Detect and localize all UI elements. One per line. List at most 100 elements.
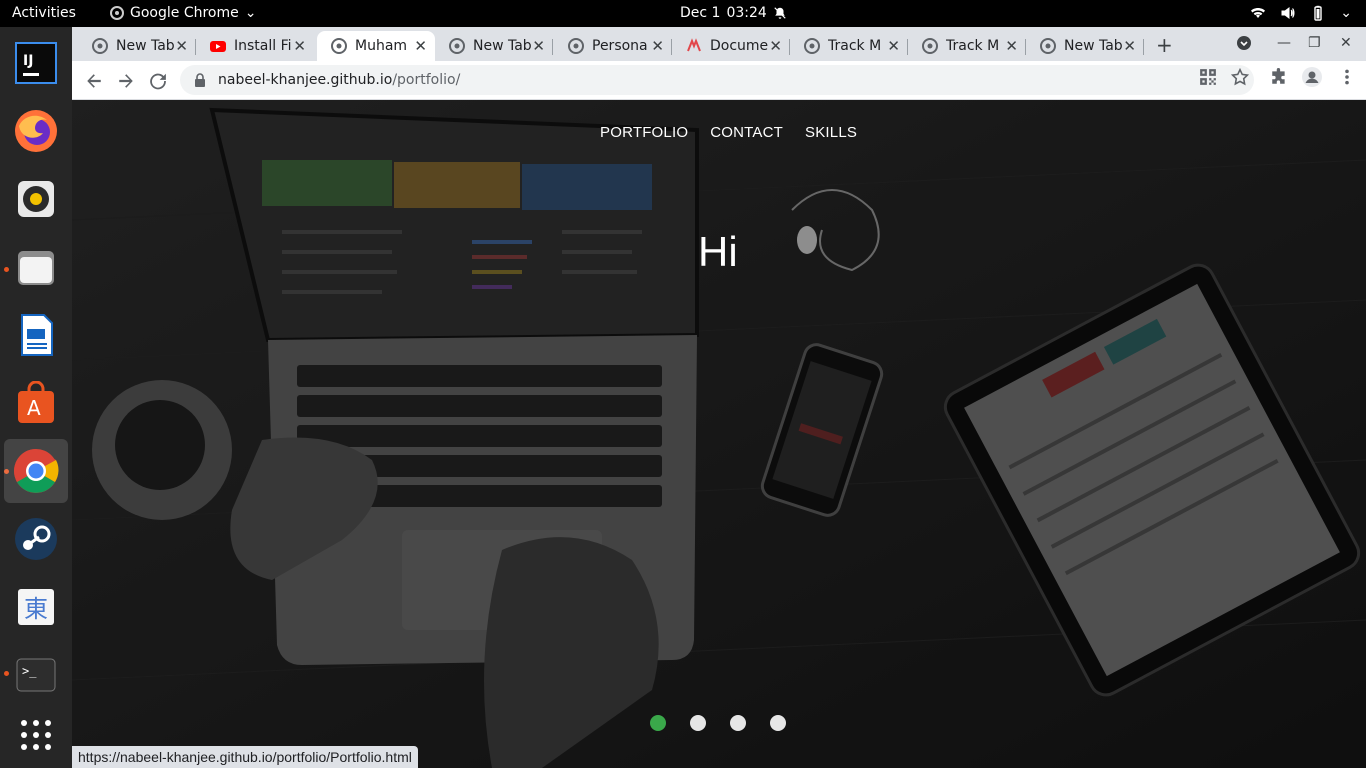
svg-text:東: 東	[24, 595, 48, 623]
tab-title: New Tab	[1064, 38, 1123, 54]
url-host: nabeel-khanjee.github.io	[218, 72, 393, 88]
chrome-favicon-icon	[568, 38, 584, 54]
intellij-idea-icon[interactable]: IJ	[12, 39, 60, 87]
address-bar[interactable]: nabeel-khanjee.github.io/portfolio/	[180, 65, 1254, 95]
qr-code-icon[interactable]	[1199, 68, 1217, 86]
clock[interactable]: Dec 1 03:24	[680, 5, 787, 21]
tab-close-icon[interactable]: ✕	[532, 37, 545, 55]
chrome-favicon-icon	[804, 38, 820, 54]
firefox-icon[interactable]	[12, 107, 60, 155]
tab-title: Track M	[828, 38, 882, 54]
alarm-icon	[774, 7, 786, 19]
svg-text:IJ: IJ	[23, 53, 33, 69]
profile-avatar-icon[interactable]	[1302, 67, 1322, 87]
running-indicator	[4, 671, 9, 676]
chrome-favicon-icon	[449, 38, 465, 54]
back-button[interactable]	[82, 69, 106, 93]
tab-title: Track M	[946, 38, 1000, 54]
tab[interactable]: Persona ✕	[554, 31, 672, 61]
status-bubble-url: https://nabeel-khanjee.github.io/portfol…	[72, 746, 418, 768]
svg-text:>_: >_	[22, 664, 37, 678]
close-window-button[interactable]: ✕	[1340, 35, 1352, 51]
tab[interactable]: New Tab ✕	[1026, 31, 1144, 61]
clock-date: Dec 1	[680, 5, 721, 21]
carousel-dot-4[interactable]	[770, 715, 786, 731]
mozc-dictionary-icon[interactable]: 東	[12, 583, 60, 631]
nav-link-contact[interactable]: CONTACT	[710, 124, 783, 141]
tab-title: New Tab	[473, 38, 532, 54]
chrome-window: New Tab ✕ Install Fi ✕ Muham ✕ New Tab ✕ Persona…	[72, 27, 1366, 768]
tab[interactable]: Track M ✕	[908, 31, 1026, 61]
svg-text:A: A	[27, 396, 41, 420]
tab-close-icon[interactable]: ✕	[769, 37, 782, 55]
steam-icon[interactable]	[12, 515, 60, 563]
tab-title: New Tab	[116, 38, 175, 54]
terminal-icon[interactable]: >_	[12, 651, 60, 699]
carousel-indicators	[650, 715, 786, 731]
chrome-favicon-icon	[922, 38, 938, 54]
chevron-down-icon: ⌄	[1340, 5, 1352, 21]
forward-button[interactable]	[114, 69, 138, 93]
tab-close-icon[interactable]: ✕	[1123, 37, 1136, 55]
carousel-dot-3[interactable]	[730, 715, 746, 731]
activities-button[interactable]: Activities	[12, 5, 76, 21]
arrow-left-icon	[87, 74, 101, 88]
libreoffice-writer-icon[interactable]	[12, 311, 60, 359]
tab-title: Persona	[592, 38, 648, 54]
tab-search-icon[interactable]	[1236, 35, 1252, 55]
chrome-icon	[110, 6, 124, 20]
chrome-favicon-icon	[1040, 38, 1056, 54]
app-menu[interactable]: Google Chrome ⌄	[110, 5, 256, 21]
wifi-icon	[1251, 8, 1266, 18]
tab-close-icon[interactable]: ✕	[651, 37, 664, 55]
chrome-favicon-icon	[92, 38, 108, 54]
hero-heading: Hi	[698, 228, 738, 275]
tab-close-icon[interactable]: ✕	[1005, 37, 1018, 55]
chrome-favicon-icon	[331, 38, 347, 54]
page-viewport: PORTFOLIO CONTACT SKILLS Hi	[72, 100, 1366, 768]
ubuntu-software-icon[interactable]: A	[12, 379, 60, 427]
nav-link-portfolio[interactable]: PORTFOLIO	[600, 124, 688, 141]
restore-button[interactable]: ❐	[1308, 35, 1321, 51]
tab-separator	[552, 39, 553, 55]
running-indicator	[4, 267, 9, 272]
tab-close-icon[interactable]: ✕	[293, 37, 306, 55]
files-icon[interactable]	[12, 243, 60, 291]
tab-active[interactable]: Muham ✕	[317, 31, 435, 61]
tab-close-icon[interactable]: ✕	[414, 37, 427, 55]
clock-time: 03:24	[726, 5, 767, 21]
reload-button[interactable]	[146, 69, 170, 93]
bookmark-star-icon[interactable]	[1230, 67, 1250, 86]
tab-close-icon[interactable]: ✕	[887, 37, 900, 55]
rhythmbox-icon[interactable]	[12, 175, 60, 223]
tab-title: Muham	[355, 38, 408, 54]
lock-icon	[195, 73, 205, 87]
google-chrome-icon[interactable]	[4, 439, 68, 503]
tab[interactable]: New Tab ✕	[78, 31, 196, 61]
arrow-right-icon	[119, 74, 133, 88]
tab-title: Docume	[710, 38, 769, 54]
carousel-dot-2[interactable]	[690, 715, 706, 731]
tab[interactable]: Track M ✕	[790, 31, 908, 61]
minimize-button[interactable]: —	[1277, 35, 1291, 51]
dock: IJ A 東 >_	[0, 27, 72, 768]
extensions-icon[interactable]	[1270, 68, 1288, 86]
chevron-down-icon: ⌄	[244, 5, 257, 21]
show-applications-icon[interactable]	[12, 711, 60, 759]
tab[interactable]: New Tab ✕	[435, 31, 553, 61]
new-tab-button[interactable]: +	[1156, 33, 1173, 57]
tab[interactable]: Docume ✕	[672, 31, 790, 61]
reload-icon	[150, 73, 166, 90]
more-menu-icon[interactable]	[1338, 68, 1356, 86]
tab-title: Install Fi	[234, 38, 292, 54]
tab-close-icon[interactable]: ✕	[175, 37, 188, 55]
document-favicon-icon	[686, 38, 702, 54]
volume-icon	[1281, 7, 1295, 19]
nav-link-skills[interactable]: SKILLS	[805, 124, 857, 141]
browser-toolbar: nabeel-khanjee.github.io/portfolio/	[72, 61, 1366, 100]
gnome-top-bar: Activities Google Chrome ⌄ Dec 1 03:24 ⌄	[0, 0, 1366, 27]
tab[interactable]: Install Fi ✕	[196, 31, 314, 61]
system-tray[interactable]: ⌄	[1250, 5, 1352, 21]
carousel-dot-1[interactable]	[650, 715, 666, 731]
app-menu-label: Google Chrome	[130, 5, 239, 21]
